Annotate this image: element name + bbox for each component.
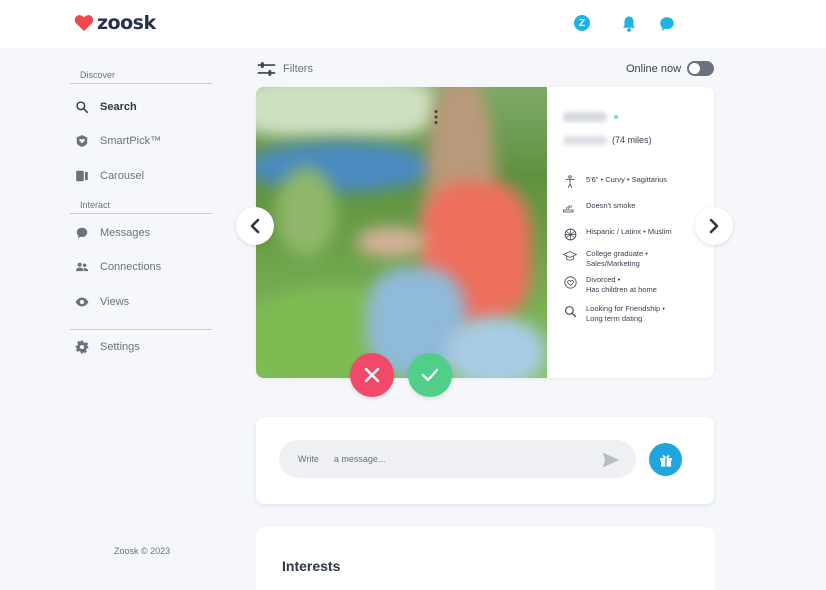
globe-icon [563,227,577,241]
interests-card: Interests [256,527,714,590]
detail-text: College graduate • [586,249,648,258]
sliders-icon [257,62,276,76]
divider [70,83,212,84]
profile-info-panel: (74 miles) 5'6" • Curvy • Sagittarius Do… [547,87,714,378]
detail-text: Sales/Marketing [586,259,640,268]
magnifier-icon [563,304,577,318]
detail-text: 5'6" • Curvy • Sagittarius [586,175,668,184]
profile-distance: (74 miles) [612,135,652,145]
profile-card: (74 miles) 5'6" • Curvy • Sagittarius Do… [256,87,714,378]
message-input[interactable] [279,440,636,478]
avatar-initial: Z [578,17,586,29]
detail-relationship: Divorced • Has children at home [563,275,657,295]
detail-smoking: Doesn't smoke [563,201,635,215]
sidebar-item-search[interactable]: Search [70,96,212,118]
sidebar-item-label: Carousel [100,170,145,182]
profile-avatar-button[interactable]: Z [574,15,590,31]
gear-icon [74,339,90,355]
smoking-icon [563,201,577,215]
chevron-left-icon [250,218,260,234]
detail-text: Doesn't smoke [586,201,636,210]
copyright-text: Zoosk © 2023 [114,546,171,556]
chat-bubble-icon [74,225,90,241]
check-icon [421,368,439,382]
eye-icon [74,294,90,310]
online-now-label: Online now [626,62,682,75]
people-icon [74,259,90,275]
sidebar-item-messages[interactable]: Messages [70,222,212,244]
reject-button[interactable] [350,353,394,397]
sidebar-item-settings[interactable]: Settings [70,336,212,358]
sidebar-item-connections[interactable]: Connections [70,256,212,278]
profile-location-blurred [563,136,607,145]
carousel-icon [74,168,90,184]
photo-sky [256,87,436,137]
graduation-cap-icon [563,249,577,263]
heart-logo-icon [74,15,94,32]
sidebar-item-label: Search [100,101,137,113]
sidebar-item-label: Settings [100,341,140,353]
more-options-icon[interactable] [433,109,439,125]
sidebar-item-smartpick[interactable]: SmartPick™ [70,130,212,152]
filters-label: Filters [283,63,313,75]
height-icon [563,175,577,189]
sidebar-item-label: Connections [100,261,162,273]
zoosk-logo[interactable]: zoosk [74,12,156,34]
profile-photo[interactable] [256,87,547,378]
smartpick-icon [74,133,90,149]
heart-outline-icon [563,275,577,289]
brand-name: zoosk [97,12,156,34]
divider [70,213,212,214]
photo-arm [356,227,426,257]
sidebar-item-label: SmartPick™ [100,135,162,147]
profile-name-blurred [563,112,607,122]
chat-icon[interactable] [658,15,676,33]
interests-title: Interests [282,558,341,574]
detail-text: Has children at home [586,285,657,294]
detail-ethnicity: Hispanic / Latinx • Muslim [563,227,672,241]
like-button[interactable] [408,353,452,397]
sidebar-item-carousel[interactable]: Carousel [70,165,212,187]
detail-text: Long term dating [586,314,643,323]
message-card [256,417,714,504]
interact-section-label: Interact [80,200,111,210]
toggle-knob [689,63,701,74]
detail-text: Divorced • [586,275,621,284]
send-gift-button[interactable] [649,443,682,476]
detail-education: College graduate • Sales/Marketing [563,249,648,269]
online-now-toggle[interactable] [687,61,715,76]
previous-profile-button[interactable] [236,207,274,245]
sidebar-item-views[interactable]: Views [70,291,212,313]
search-icon [74,99,90,115]
close-icon [364,367,380,383]
send-icon[interactable] [601,450,621,470]
detail-looking-for: Looking for Friendship • Long term datin… [563,304,665,324]
gift-icon [659,454,672,467]
bell-icon[interactable] [620,15,638,33]
top-header: zoosk Z [0,0,826,48]
sidebar-item-label: Views [100,296,130,308]
sidebar-item-label: Messages [100,227,151,239]
detail-body: 5'6" • Curvy • Sagittarius [563,175,667,189]
filters-button[interactable]: Filters [257,61,313,77]
next-profile-button[interactable] [695,207,733,245]
chevron-right-icon [709,218,719,234]
discover-section-label: Discover [80,70,116,80]
detail-text: Looking for Friendship • [586,304,665,313]
online-status-dot [614,115,618,119]
photo-bush [276,167,336,257]
online-now-control: Online now [626,61,715,76]
photo-jeans-right [446,317,546,378]
sidebar: Discover Search SmartPick™ Carousel Inte… [70,70,212,354]
detail-text: Hispanic / Latinx • Muslim [586,227,672,236]
divider [70,329,212,330]
